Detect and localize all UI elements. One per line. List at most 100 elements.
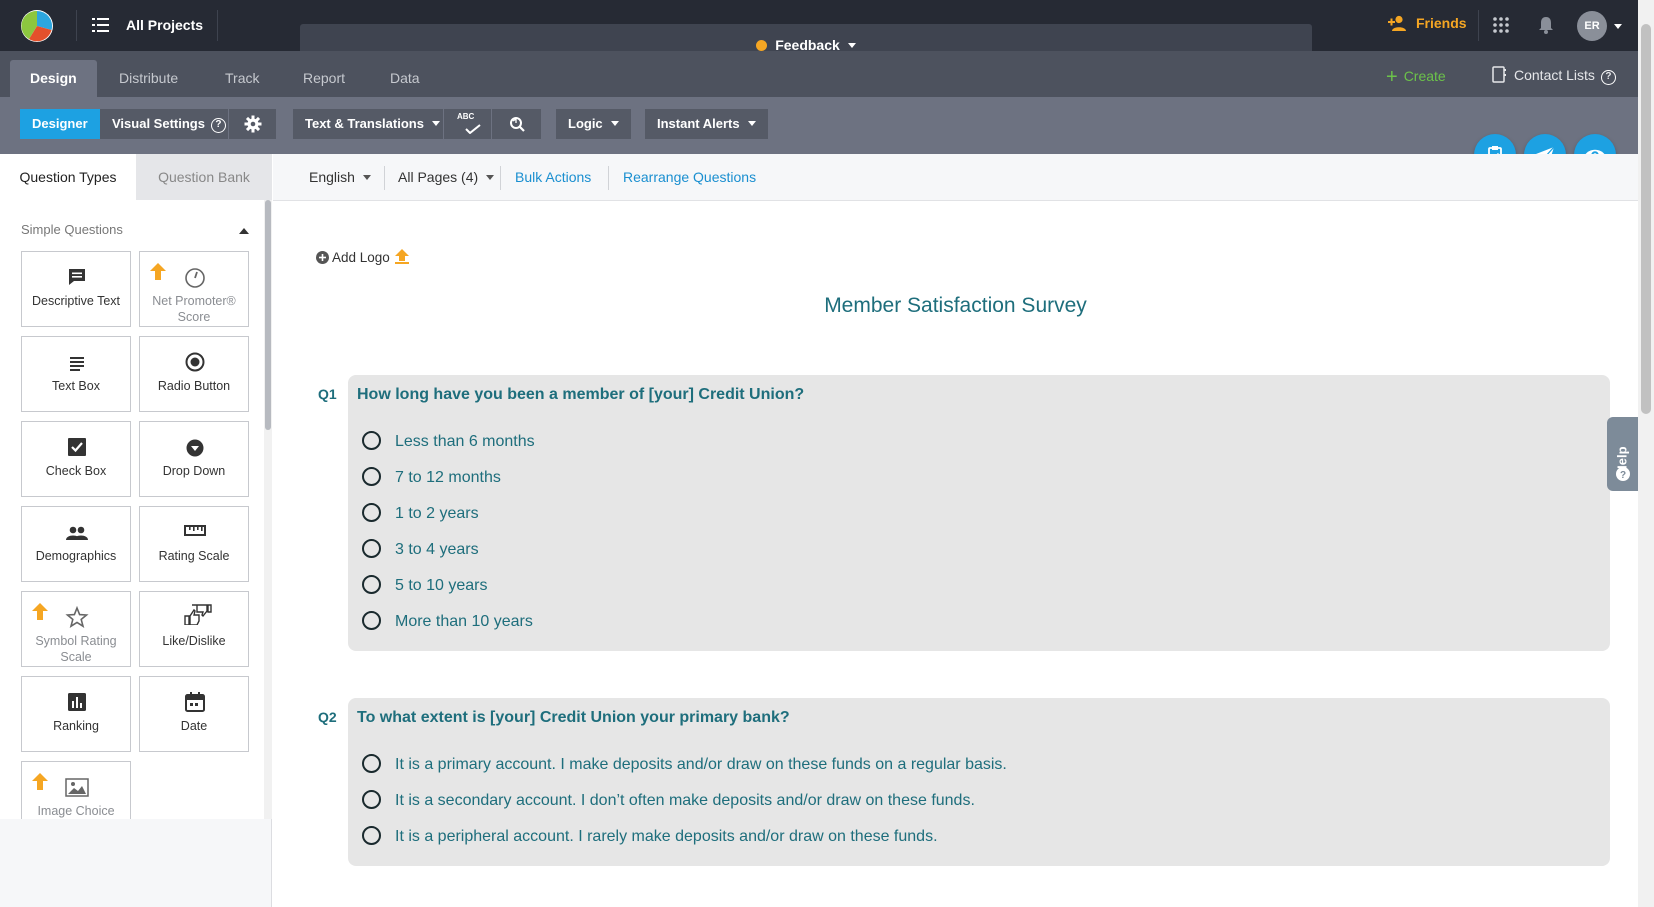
qtype-text-box[interactable]: Text Box [21,336,131,412]
divider [217,10,218,41]
qtype-label: Ranking [53,719,99,733]
option-label: Less than 6 months [395,433,535,450]
settings-button[interactable] [229,109,276,139]
scrollbar-thumb[interactable] [265,200,271,430]
friends-button[interactable]: Friends [1388,15,1467,31]
qtype-radio-button[interactable]: Radio Button [139,336,249,412]
qtype-net-promoter-score[interactable]: Net Promoter® Score [139,251,249,327]
text-translations-dropdown[interactable]: Text & Translations [293,109,452,139]
radio-button[interactable] [362,754,381,773]
find-replace-button[interactable] [492,109,541,139]
answer-option[interactable]: 1 to 2 years [362,503,479,523]
bulk-actions-link[interactable]: Bulk Actions [515,169,591,185]
image-icon [65,778,89,797]
answer-option[interactable]: It is a primary account. I make deposits… [362,754,1007,774]
all-projects-link[interactable]: All Projects [126,17,203,33]
help-side-tab[interactable]: Help ? [1607,417,1638,491]
spellcheck-button[interactable]: ABC [444,109,491,139]
scrollbar-thumb[interactable] [1641,24,1651,414]
option-label: It is a secondary account. I don’t often… [395,792,975,809]
chevron-up-icon[interactable] [239,228,249,234]
page-scrollbar[interactable] [1638,0,1654,907]
survey-title-tab[interactable]: Feedback [300,24,1312,53]
tab-distribute[interactable]: Distribute [99,60,198,97]
answer-option[interactable]: More than 10 years [362,611,533,631]
pages-dropdown[interactable]: All Pages (4) [398,169,495,185]
qtype-like-dislike[interactable]: Like/Dislike [139,591,249,667]
question-text[interactable]: To what extent is [your] Credit Union yo… [357,709,790,727]
calendar-icon [185,692,205,712]
survey-title[interactable]: Member Satisfaction Survey [273,294,1638,318]
logic-dropdown[interactable]: Logic [556,109,631,139]
plus-icon: + [1386,66,1398,88]
qtype-label: Demographics [35,549,117,563]
answer-option[interactable]: 7 to 12 months [362,467,501,487]
qtype-drop-down[interactable]: Drop Down [139,421,249,497]
friends-label: Friends [1416,15,1467,31]
create-label: Create [1403,68,1446,84]
question-types-panel: Question Types Question Bank Simple Ques… [0,154,272,907]
radio-button[interactable] [362,790,381,809]
tab-question-bank[interactable]: Question Bank [136,154,272,200]
visual-settings-label: Visual Settings [112,116,205,131]
option-label: 5 to 10 years [395,577,488,594]
radio-button[interactable] [362,431,381,450]
radio-button[interactable] [362,467,381,486]
dropdown-icon [186,439,204,457]
qtype-demographics[interactable]: Demographics [21,506,131,582]
answer-option[interactable]: It is a peripheral account. I rarely mak… [362,826,938,846]
rearrange-questions-link[interactable]: Rearrange Questions [623,169,756,185]
help-circle-icon[interactable]: ? [1600,70,1616,85]
qtype-image-choice[interactable]: Image Choice [21,761,131,819]
designer-button[interactable]: Designer [20,109,100,139]
question-card[interactable]: To what extent is [your] Credit Union yo… [348,698,1610,866]
chevron-down-icon [486,175,495,180]
palette-scrollbar[interactable] [264,200,272,819]
option-label: More than 10 years [395,613,533,630]
radio-button[interactable] [362,826,381,845]
tab-question-types[interactable]: Question Types [0,154,136,200]
qtype-ranking[interactable]: Ranking [21,676,131,752]
question-text[interactable]: How long have you been a member of [your… [357,386,804,404]
radio-button[interactable] [362,575,381,594]
checkbox-icon [68,438,86,456]
status-dot [756,40,768,51]
answer-option[interactable]: Less than 6 months [362,431,535,451]
answer-option[interactable]: 3 to 4 years [362,539,479,559]
qtype-label: Image Choice [37,804,115,818]
radio-button[interactable] [362,611,381,630]
chevron-down-icon [431,121,440,126]
qtype-descriptive-text[interactable]: Descriptive Text [21,251,131,327]
chevron-down-icon [362,175,371,180]
create-button[interactable]: + Create [1386,66,1446,89]
language-dropdown[interactable]: English [309,169,371,185]
radio-button[interactable] [362,539,381,558]
notification-bell-icon[interactable] [1538,16,1554,34]
answer-option[interactable]: 5 to 10 years [362,575,488,595]
list-menu-icon[interactable] [92,18,109,32]
tab-design[interactable]: Design [10,60,97,97]
visual-settings-button[interactable]: Visual Settings? [100,109,238,139]
qtype-symbol-rating-scale[interactable]: Symbol Rating Scale [21,591,131,667]
qtype-date[interactable]: Date [139,676,249,752]
radio-button[interactable] [362,503,381,522]
language-label: English [309,169,355,185]
instant-alerts-dropdown[interactable]: Instant Alerts [645,109,768,139]
chevron-down-icon[interactable] [1614,24,1622,29]
answer-option[interactable]: It is a secondary account. I don’t often… [362,790,975,810]
apps-grid-icon[interactable] [1493,17,1509,33]
contact-lists-button[interactable]: Contact Lists? [1492,66,1616,85]
tab-track[interactable]: Track [205,60,279,97]
add-logo-button[interactable]: Add Logo [316,248,410,265]
option-label: 3 to 4 years [395,541,479,558]
qtype-label: Text Box [52,379,100,393]
tab-data[interactable]: Data [370,60,440,97]
app-logo[interactable] [20,9,54,43]
qtype-check-box[interactable]: Check Box [21,421,131,497]
tab-report[interactable]: Report [283,60,365,97]
qtype-rating-scale[interactable]: Rating Scale [139,506,249,582]
question-card[interactable]: How long have you been a member of [your… [348,375,1610,651]
logic-label: Logic [568,116,603,131]
plus-circle-icon [316,251,329,264]
user-avatar[interactable]: ER [1577,11,1607,41]
